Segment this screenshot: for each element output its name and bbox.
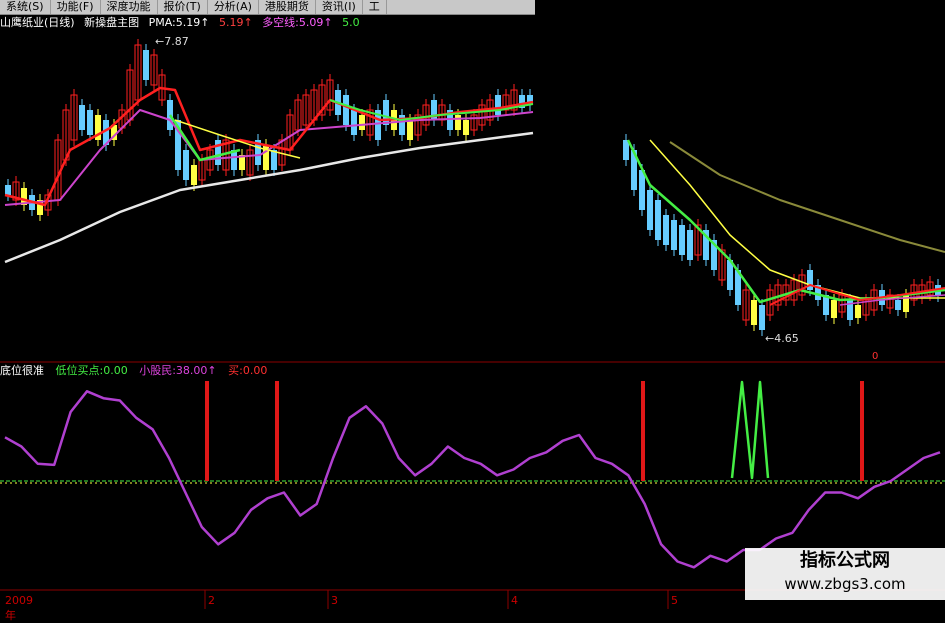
- right-candle-16: [751, 300, 757, 325]
- left-candle-56: [455, 115, 461, 130]
- left-candle-42: [343, 95, 349, 125]
- right-candle-17: [759, 305, 765, 330]
- left-candle-22: [183, 150, 189, 180]
- buy-point-value: 低位买点:0.00: [55, 364, 128, 377]
- buy-bar-3: [860, 381, 864, 481]
- menu-item-3[interactable]: 报价(T): [158, 0, 208, 14]
- x-label-1: 2: [208, 594, 215, 607]
- left-candle-57: [463, 120, 469, 135]
- x-label-3: 4: [511, 594, 518, 607]
- stock-title: 山鹰纸业(日线): [0, 16, 75, 29]
- watermark-url: www.zbgs3.com: [784, 575, 906, 593]
- left-candle-43: [351, 110, 357, 135]
- x-label-4: 5: [671, 594, 678, 607]
- right-candle-7: [679, 225, 685, 255]
- menu-item-0[interactable]: 系统(S): [0, 0, 51, 14]
- tail-value: 5.0: [342, 16, 360, 29]
- small-shareholder-value: 小股民:38.00↑: [139, 364, 217, 377]
- menu-item-4[interactable]: 分析(A): [208, 0, 259, 14]
- menu-item-7[interactable]: 工: [363, 0, 387, 14]
- menu-item-6[interactable]: 资讯(I): [316, 0, 363, 14]
- right-candle-8: [687, 230, 693, 260]
- kline-chart[interactable]: ←7.87 ←4.65 0: [0, 0, 945, 609]
- buy-bar-0: [205, 381, 209, 481]
- right-candle-26: [831, 300, 837, 318]
- duokong-value: 多空线:5.09↑: [262, 16, 333, 29]
- right-candle-5: [663, 215, 669, 245]
- watermark-title: 指标公式网: [800, 550, 890, 571]
- left-candle-50: [407, 120, 413, 140]
- zero-marker: 0: [872, 351, 878, 362]
- x-label-2: 3: [331, 594, 338, 607]
- right-ma-olive: [669, 141, 945, 253]
- right-candle-2: [639, 170, 645, 210]
- series-line-small-shareholder: [4, 390, 941, 569]
- indicator-name: 底位很准: [0, 364, 44, 377]
- main-price-chart: ←7.87 ←4.65 0: [4, 35, 945, 362]
- pma2-value: 5.19↑: [218, 16, 253, 29]
- menu-item-5[interactable]: 港股期货: [259, 0, 316, 14]
- left-candle-47: [383, 100, 389, 125]
- low-annotation: ←4.65: [765, 332, 799, 345]
- left-candle-33: [271, 150, 277, 170]
- main-chart-header: 山鹰纸业(日线) 新操盘主图 PMA:5.19↑ 5.19↑ 多空线:5.09↑…: [0, 15, 535, 31]
- left-candle-9: [79, 105, 85, 130]
- indicator-subchart: [4, 380, 941, 569]
- right-candle-3: [647, 190, 653, 230]
- pma-value: PMA:5.19↑: [148, 16, 210, 29]
- right-candle-6: [671, 220, 677, 250]
- watermark: 指标公式网 www.zbgs3.com: [745, 548, 945, 600]
- buy-value: 买:0.00: [228, 364, 268, 377]
- right-candle-29: [855, 305, 861, 318]
- template-title: 新操盘主图: [84, 16, 140, 29]
- left-candle-10: [87, 110, 93, 135]
- left-candle-23: [191, 165, 197, 185]
- menu-bar: 系统(S) 功能(F) 深度功能 报价(T) 分析(A) 港股期货 资讯(I) 工: [0, 0, 535, 15]
- left-candle-17: [143, 50, 149, 80]
- right-candle-4: [655, 200, 661, 240]
- subchart-header: 底位很准 低位买点:0.00 小股民:38.00↑ 买:0.00: [0, 364, 945, 378]
- left-candle-61: [495, 95, 501, 115]
- buy-bar-1: [275, 381, 279, 481]
- left-candle-0: [5, 185, 11, 195]
- menu-item-1[interactable]: 功能(F): [51, 0, 101, 14]
- right-ma-yellow: [649, 139, 945, 299]
- high-annotation: ←7.87: [155, 35, 189, 48]
- buy-point-spike: [730, 380, 770, 480]
- left-candle-44: [359, 115, 365, 130]
- menu-item-2[interactable]: 深度功能: [101, 0, 158, 14]
- right-candle-34: [895, 300, 901, 310]
- buy-bar-2: [641, 381, 645, 481]
